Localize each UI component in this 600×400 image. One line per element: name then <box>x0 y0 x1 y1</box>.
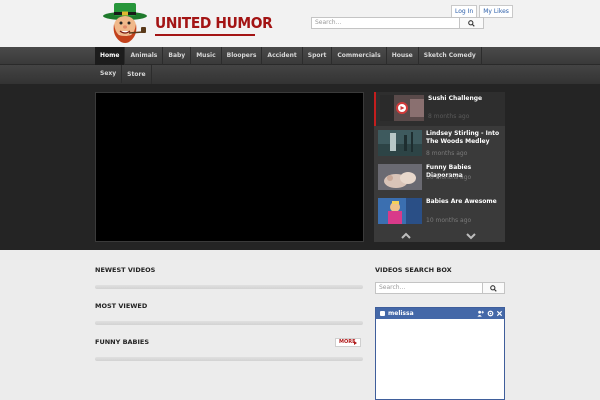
playlist-item[interactable]: Babies Are Awesome 10 months ago <box>374 195 505 229</box>
nav-item-accident[interactable]: Accident <box>262 47 303 65</box>
nav-items: Home Animals Baby Music Bloopers Acciden… <box>95 47 505 84</box>
logo-text: UNITED HUMOR <box>155 14 273 32</box>
nav-item-home[interactable]: Home <box>95 47 126 65</box>
nav-item-sexy[interactable]: Sexy <box>95 65 123 83</box>
videos-search-heading: VIDEOS SEARCH BOX <box>375 266 452 274</box>
sidebar-search: Search... <box>375 282 505 294</box>
section-divider <box>95 357 363 361</box>
playlist-item[interactable]: Funny Babies Diaporama 10 months ago <box>374 161 505 195</box>
video-player[interactable] <box>95 92 364 242</box>
nav-item-sport[interactable]: Sport <box>303 47 333 65</box>
chat-body[interactable] <box>376 319 504 399</box>
playlist-item[interactable]: Sushi Challenge 8 months ago <box>374 92 505 126</box>
my-likes-link[interactable]: My Likes <box>479 5 513 18</box>
playlist-item-title: Lindsey Stirling - Into The Woods Medley <box>426 130 500 145</box>
most-viewed-heading: MOST VIEWED <box>95 302 148 310</box>
gear-icon[interactable] <box>487 310 494 317</box>
chat-titlebar[interactable]: melissa <box>376 308 504 319</box>
site-logo[interactable]: UNITED HUMOR <box>95 2 273 44</box>
sidebar-search-input[interactable]: Search... <box>375 282 483 294</box>
header-search-button[interactable] <box>460 17 484 29</box>
playlist-item-time: 10 months ago <box>426 217 472 224</box>
nav-item-sketch-comedy[interactable]: Sketch Comedy <box>419 47 482 65</box>
nav-item-music[interactable]: Music <box>191 47 222 65</box>
close-icon[interactable] <box>496 310 503 317</box>
playlist-item-title: Babies Are Awesome <box>426 198 497 205</box>
online-status-icon <box>380 311 385 316</box>
playlist-item[interactable]: Lindsey Stirling - Into The Woods Medley… <box>374 127 505 161</box>
chevron-up-icon[interactable] <box>401 232 411 240</box>
playlist-item-time: 8 months ago <box>426 150 468 157</box>
playlist-item-time: 8 months ago <box>428 113 470 120</box>
more-button[interactable]: MORE <box>335 338 361 347</box>
video-thumbnail <box>380 95 424 121</box>
add-user-icon[interactable] <box>477 310 484 317</box>
search-icon <box>490 284 497 292</box>
header-search: Search... <box>311 17 484 29</box>
nav-item-animals[interactable]: Animals <box>125 47 164 65</box>
video-thumbnail <box>378 198 422 224</box>
sidebar-search-button[interactable] <box>483 282 505 294</box>
playlist-navigation <box>374 230 505 242</box>
chat-window: melissa <box>375 307 505 400</box>
chat-contact-name: melissa <box>388 310 414 317</box>
logo-underline <box>155 34 255 36</box>
nav-item-bloopers[interactable]: Bloopers <box>222 47 263 65</box>
video-thumbnail <box>378 130 422 156</box>
section-divider <box>95 285 363 289</box>
arrow-right-icon <box>354 341 357 345</box>
playlist-item-title: Sushi Challenge <box>428 95 483 102</box>
newest-videos-heading: NEWEST VIDEOS <box>95 266 156 274</box>
funny-babies-heading: FUNNY BABIES <box>95 338 150 346</box>
featured-playlist: Sushi Challenge 8 months ago Lindsey Sti… <box>374 92 505 242</box>
nav-item-store[interactable]: Store <box>122 65 152 84</box>
chevron-down-icon[interactable] <box>466 232 476 240</box>
nav-item-house[interactable]: House <box>387 47 419 65</box>
video-thumbnail <box>378 164 422 190</box>
nav-item-commercials[interactable]: Commercials <box>332 47 387 65</box>
leprechaun-mascot-icon <box>103 3 147 43</box>
site-header: UNITED HUMOR Log In My Likes Search... <box>0 0 600 47</box>
nav-item-baby[interactable]: Baby <box>163 47 192 65</box>
featured-area: Sushi Challenge 8 months ago Lindsey Sti… <box>0 84 600 250</box>
playlist-item-time: 10 months ago <box>426 174 472 181</box>
section-divider <box>95 321 363 325</box>
search-icon <box>468 19 475 27</box>
main-nav: Home Animals Baby Music Bloopers Acciden… <box>0 47 600 84</box>
header-search-input[interactable]: Search... <box>311 17 460 29</box>
